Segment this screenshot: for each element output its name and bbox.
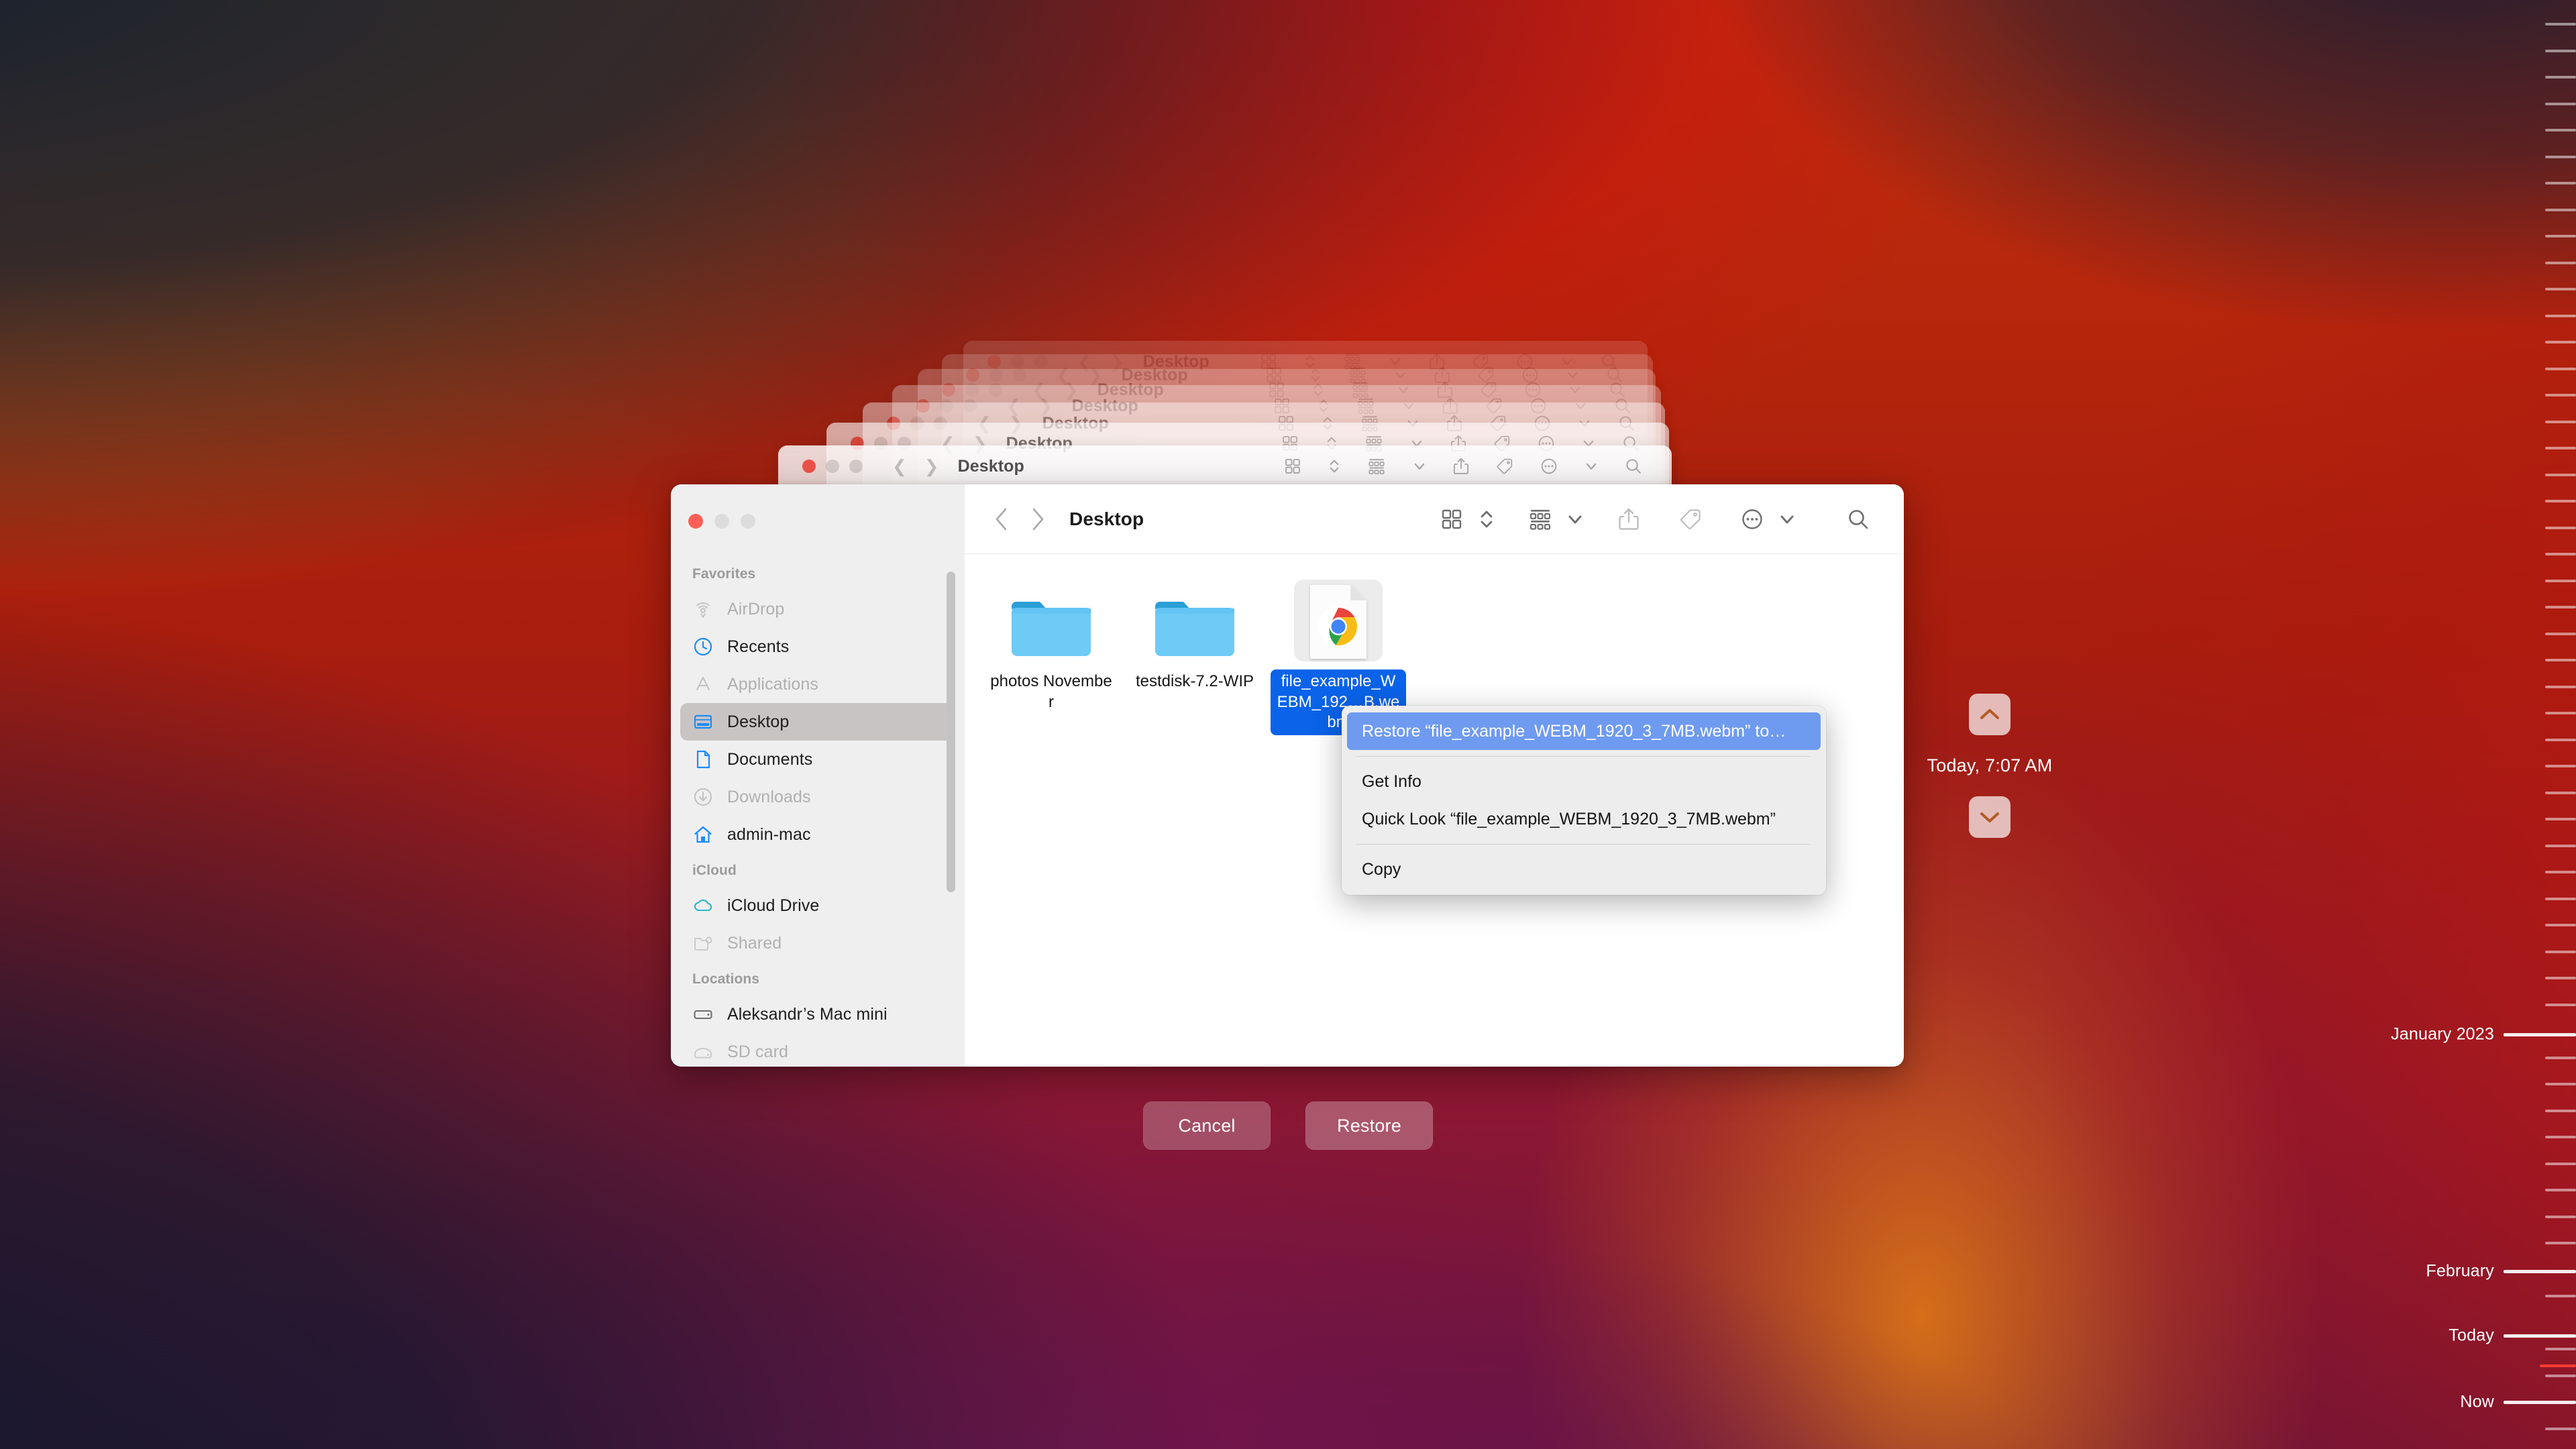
context-menu: Restore “file_example_WEBM_1920_3_7MB.we… — [1342, 706, 1826, 895]
menu-separator — [1356, 844, 1811, 845]
more-chevron-down-icon[interactable] — [1774, 498, 1801, 541]
toolbar-buttons — [1430, 498, 1880, 541]
menu-separator — [1356, 756, 1811, 757]
restore-button[interactable]: Restore — [1305, 1102, 1433, 1150]
chrome-file-icon — [1294, 580, 1383, 661]
sidebar-item-label: iCloud Drive — [727, 896, 820, 915]
ellipsis-circle-icon[interactable] — [1731, 498, 1774, 541]
finder-sidebar: Favorites AirDrop Recents Applications D… — [671, 484, 965, 1067]
sidebar-list: Favorites AirDrop Recents Applications D… — [671, 529, 965, 1067]
document-icon — [692, 749, 714, 770]
shared-folder-icon — [692, 932, 714, 954]
maximize-button[interactable] — [741, 514, 755, 529]
history-nav-arrows: ❮❯ — [892, 455, 939, 476]
context-menu-item[interactable]: Copy — [1347, 851, 1821, 888]
action-bar: Cancel Restore — [0, 1102, 2576, 1150]
sidebar-item-label: Shared — [727, 933, 782, 953]
group-by-button[interactable] — [1519, 498, 1562, 541]
share-icon[interactable] — [1607, 498, 1650, 541]
desktop-icon — [692, 711, 714, 733]
sidebar-item-aleksandr-s-mac-mini[interactable]: Aleksandr’s Mac mini — [680, 996, 955, 1033]
nav-buttons — [982, 500, 1057, 538]
sidebar-item-label: Aleksandr’s Mac mini — [727, 1004, 888, 1024]
path-title: Desktop — [1069, 508, 1144, 529]
sidebar-item-admin-mac[interactable]: admin-mac — [680, 816, 955, 853]
chevron-up-down-icon[interactable] — [1473, 498, 1500, 541]
sidebar-item-label: Downloads — [727, 787, 811, 806]
tag-icon[interactable] — [1669, 498, 1712, 541]
sidebar-item-recents[interactable]: Recents — [680, 628, 955, 665]
history-window-toolbar: ❮❯ Desktop — [778, 445, 1672, 487]
sidebar-group-title: Locations — [692, 971, 760, 987]
sidebar-item-sd-card[interactable]: SD card — [680, 1033, 955, 1067]
sidebar-item-icloud-drive[interactable]: iCloud Drive — [680, 887, 955, 924]
history-window-title: Desktop — [957, 456, 1024, 476]
cloud-icon — [692, 895, 714, 916]
chevron-down-icon[interactable] — [1562, 498, 1589, 541]
finder-toolbar: Desktop — [965, 484, 1904, 554]
sidebar-item-desktop[interactable]: Desktop — [680, 703, 955, 741]
forward-button[interactable] — [1020, 500, 1057, 538]
context-menu-item[interactable]: Get Info — [1347, 763, 1821, 800]
sidebar-item-airdrop[interactable]: AirDrop — [680, 590, 955, 628]
sidebar-item-label: Desktop — [727, 712, 790, 731]
file-item[interactable]: testdisk-7.2-WIP — [1123, 574, 1267, 694]
sidebar-item-label: Recents — [727, 637, 790, 656]
home-icon — [692, 824, 714, 845]
timeline-next-button[interactable] — [1969, 796, 2010, 838]
sidebar-item-label: Applications — [727, 674, 819, 694]
sidebar-scrollbar[interactable] — [947, 572, 955, 892]
folder-icon — [1007, 580, 1095, 661]
icon-view-button[interactable] — [1430, 498, 1473, 541]
sidebar-item-label: SD card — [727, 1042, 789, 1061]
timeline-previous-button[interactable] — [1969, 694, 2010, 735]
sidebar-item-label: Documents — [727, 749, 813, 769]
sidebar-item-shared[interactable]: Shared — [680, 924, 955, 962]
file-name-label: photos November — [990, 672, 1112, 711]
context-menu-item[interactable]: Restore “file_example_WEBM_1920_3_7MB.we… — [1347, 712, 1821, 750]
back-button[interactable] — [982, 500, 1020, 538]
cancel-button[interactable]: Cancel — [1143, 1102, 1271, 1150]
downloads-icon — [692, 786, 714, 808]
history-traffic-lights — [802, 460, 881, 473]
applications-icon — [692, 674, 714, 695]
disk-icon — [692, 1041, 714, 1063]
context-menu-item[interactable]: Quick Look “file_example_WEBM_1920_3_7MB… — [1347, 800, 1821, 838]
search-icon[interactable] — [1837, 498, 1880, 541]
sidebar-item-label: admin-mac — [727, 824, 811, 844]
folder-icon — [1150, 580, 1239, 661]
minimize-button[interactable] — [714, 514, 729, 529]
sidebar-item-documents[interactable]: Documents — [680, 741, 955, 778]
airdrop-icon — [692, 598, 714, 620]
file-name-label: testdisk-7.2-WIP — [1135, 672, 1254, 690]
clock-icon — [692, 636, 714, 657]
sidebar-item-applications[interactable]: Applications — [680, 665, 955, 703]
sidebar-item-label: AirDrop — [727, 599, 785, 619]
window-traffic-lights — [671, 500, 965, 529]
history-toolbar-icons — [1284, 455, 1642, 477]
sidebar-group-title: iCloud — [692, 863, 737, 878]
file-item[interactable]: photos November — [979, 574, 1123, 714]
close-button[interactable] — [688, 514, 703, 529]
timeline-navigation: Today, 7:07 AM — [1923, 694, 2057, 838]
timeline-current-date: Today, 7:07 AM — [1927, 755, 2053, 775]
mac-mini-icon — [692, 1004, 714, 1025]
sidebar-group-title: Favorites — [692, 566, 756, 582]
sidebar-item-downloads[interactable]: Downloads — [680, 778, 955, 816]
